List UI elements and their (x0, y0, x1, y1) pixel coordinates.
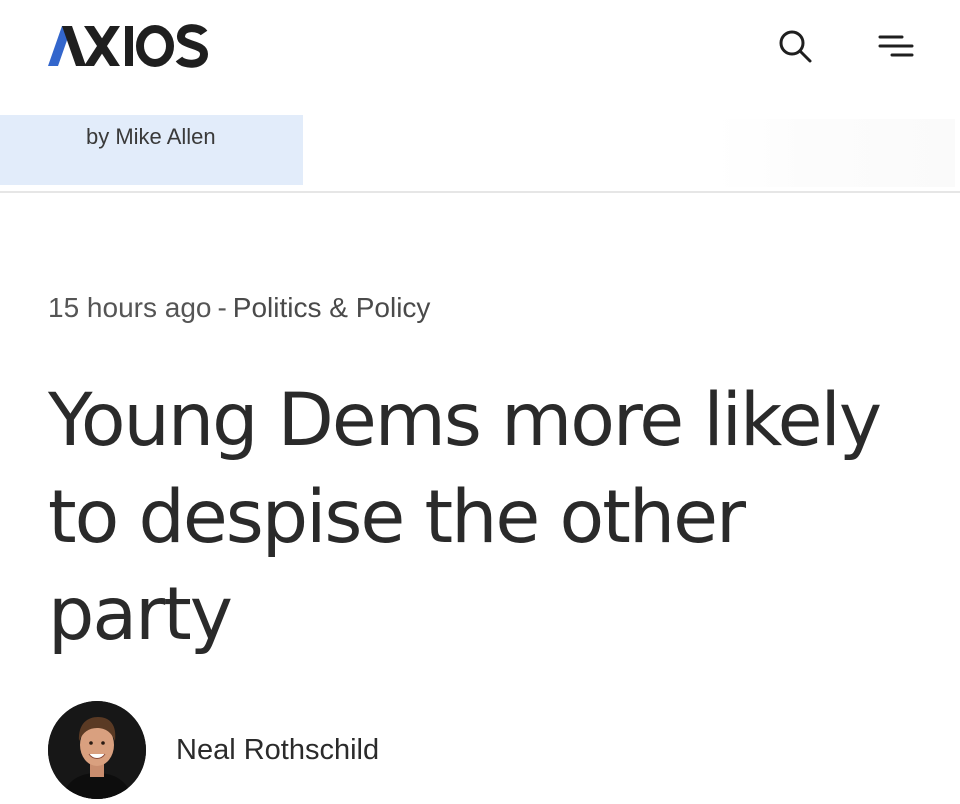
axios-logo-mark (48, 24, 208, 68)
article-meta: 15 hours ago - Politics & Policy (48, 292, 430, 324)
search-icon (779, 30, 812, 63)
meta-separator: - (217, 292, 227, 323)
search-button[interactable] (773, 24, 817, 68)
article-headline: Young Dems more likely to despise the ot… (48, 378, 882, 657)
author-row[interactable]: Neal Rothschild (48, 700, 379, 800)
menu-button[interactable] (872, 24, 916, 68)
axios-logo[interactable] (48, 24, 208, 68)
article-timestamp: 15 hours ago (48, 292, 212, 323)
section-link[interactable]: Politics & Policy (233, 292, 431, 323)
author-name[interactable]: Neal Rothschild (176, 734, 379, 767)
menu-icon (878, 35, 914, 57)
newsletter-byline: by Mike Allen (86, 124, 216, 149)
top-nav (0, 0, 960, 105)
article-page: by Mike Allen 15 hours ago - Politics & Po… (0, 0, 960, 804)
author-avatar[interactable] (48, 701, 146, 799)
author-photo (48, 701, 146, 799)
newsletter-byline-box[interactable]: by Mike Allen (0, 115, 303, 185)
newsletter-strip: by Mike Allen (0, 115, 960, 193)
newsletter-faded-area (715, 119, 955, 187)
